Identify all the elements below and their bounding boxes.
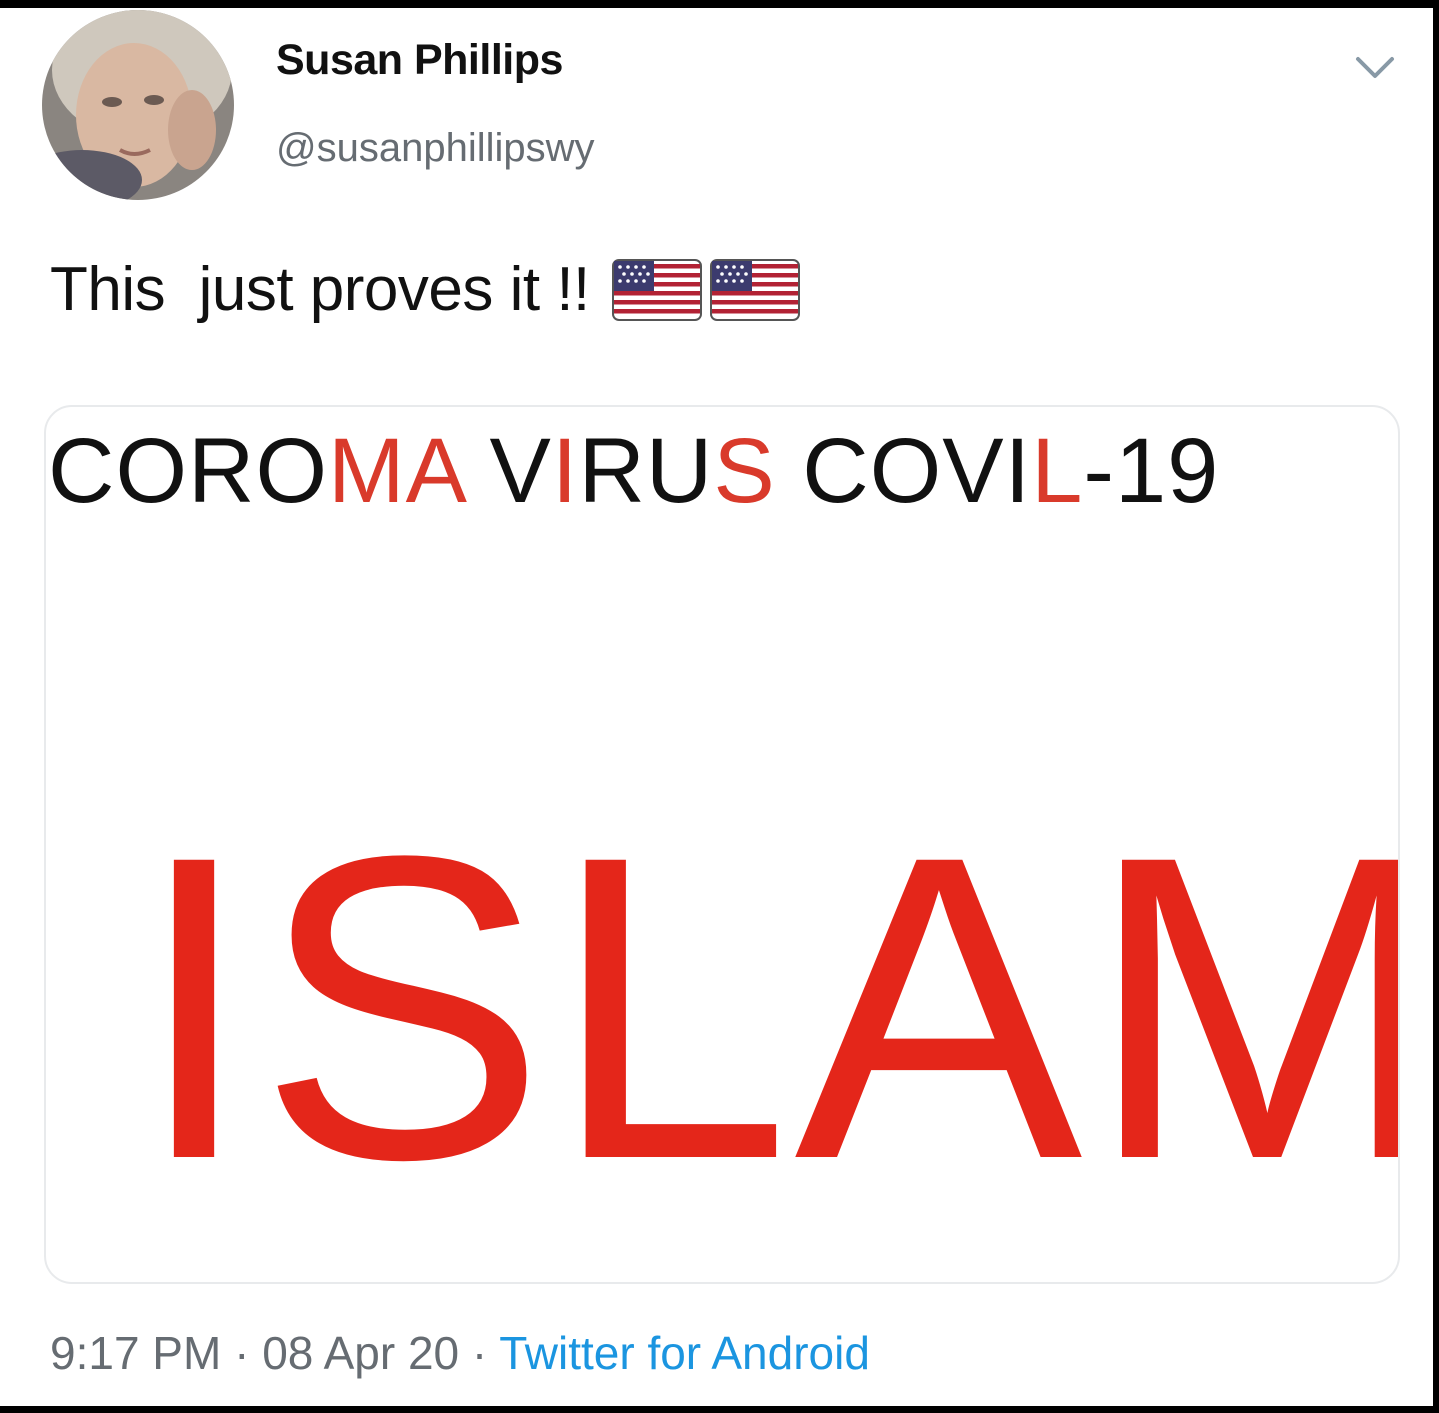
avatar-photo bbox=[42, 10, 234, 200]
tweet-time[interactable]: 9:17 PM bbox=[50, 1327, 221, 1379]
us-flag-icon bbox=[709, 258, 800, 321]
tweet-date[interactable]: 08 Apr 20 bbox=[262, 1327, 459, 1379]
chevron-down-icon[interactable] bbox=[1352, 52, 1398, 82]
headline-part-red: MA bbox=[328, 420, 463, 522]
emoji-group bbox=[611, 258, 800, 321]
headline-part-red: S bbox=[713, 420, 776, 522]
card-big-word: ISLAM bbox=[134, 766, 1400, 1249]
headline-part-red: I bbox=[551, 420, 579, 522]
us-flag-icon bbox=[611, 258, 702, 321]
headline-part: -19 bbox=[1083, 420, 1220, 522]
tweet-body: This just proves it !! bbox=[50, 255, 590, 324]
headline-part: CORO bbox=[48, 420, 328, 522]
meta-separator: · bbox=[459, 1327, 500, 1379]
headline-part: V bbox=[462, 420, 552, 522]
tweet-container: Susan Phillips @susanphillipswy This jus… bbox=[0, 8, 1433, 1406]
tweet-source-link[interactable]: Twitter for Android bbox=[499, 1327, 870, 1379]
display-name[interactable]: Susan Phillips bbox=[276, 36, 563, 85]
headline-part: RU bbox=[578, 420, 714, 522]
media-card[interactable]: COROMA VIRUS COVIL-19 ISLAM bbox=[44, 405, 1400, 1284]
headline-part-red: L bbox=[1031, 420, 1084, 522]
tweet-meta: 9:17 PM · 08 Apr 20 · Twitter for Androi… bbox=[50, 1326, 870, 1380]
card-headline: COROMA VIRUS COVIL-19 bbox=[48, 419, 1219, 524]
user-handle[interactable]: @susanphillipswy bbox=[276, 126, 595, 171]
tweet-text: This just proves it !! bbox=[50, 254, 800, 325]
avatar[interactable] bbox=[42, 10, 234, 200]
headline-part: COVI bbox=[775, 420, 1032, 522]
meta-separator: · bbox=[221, 1327, 263, 1379]
